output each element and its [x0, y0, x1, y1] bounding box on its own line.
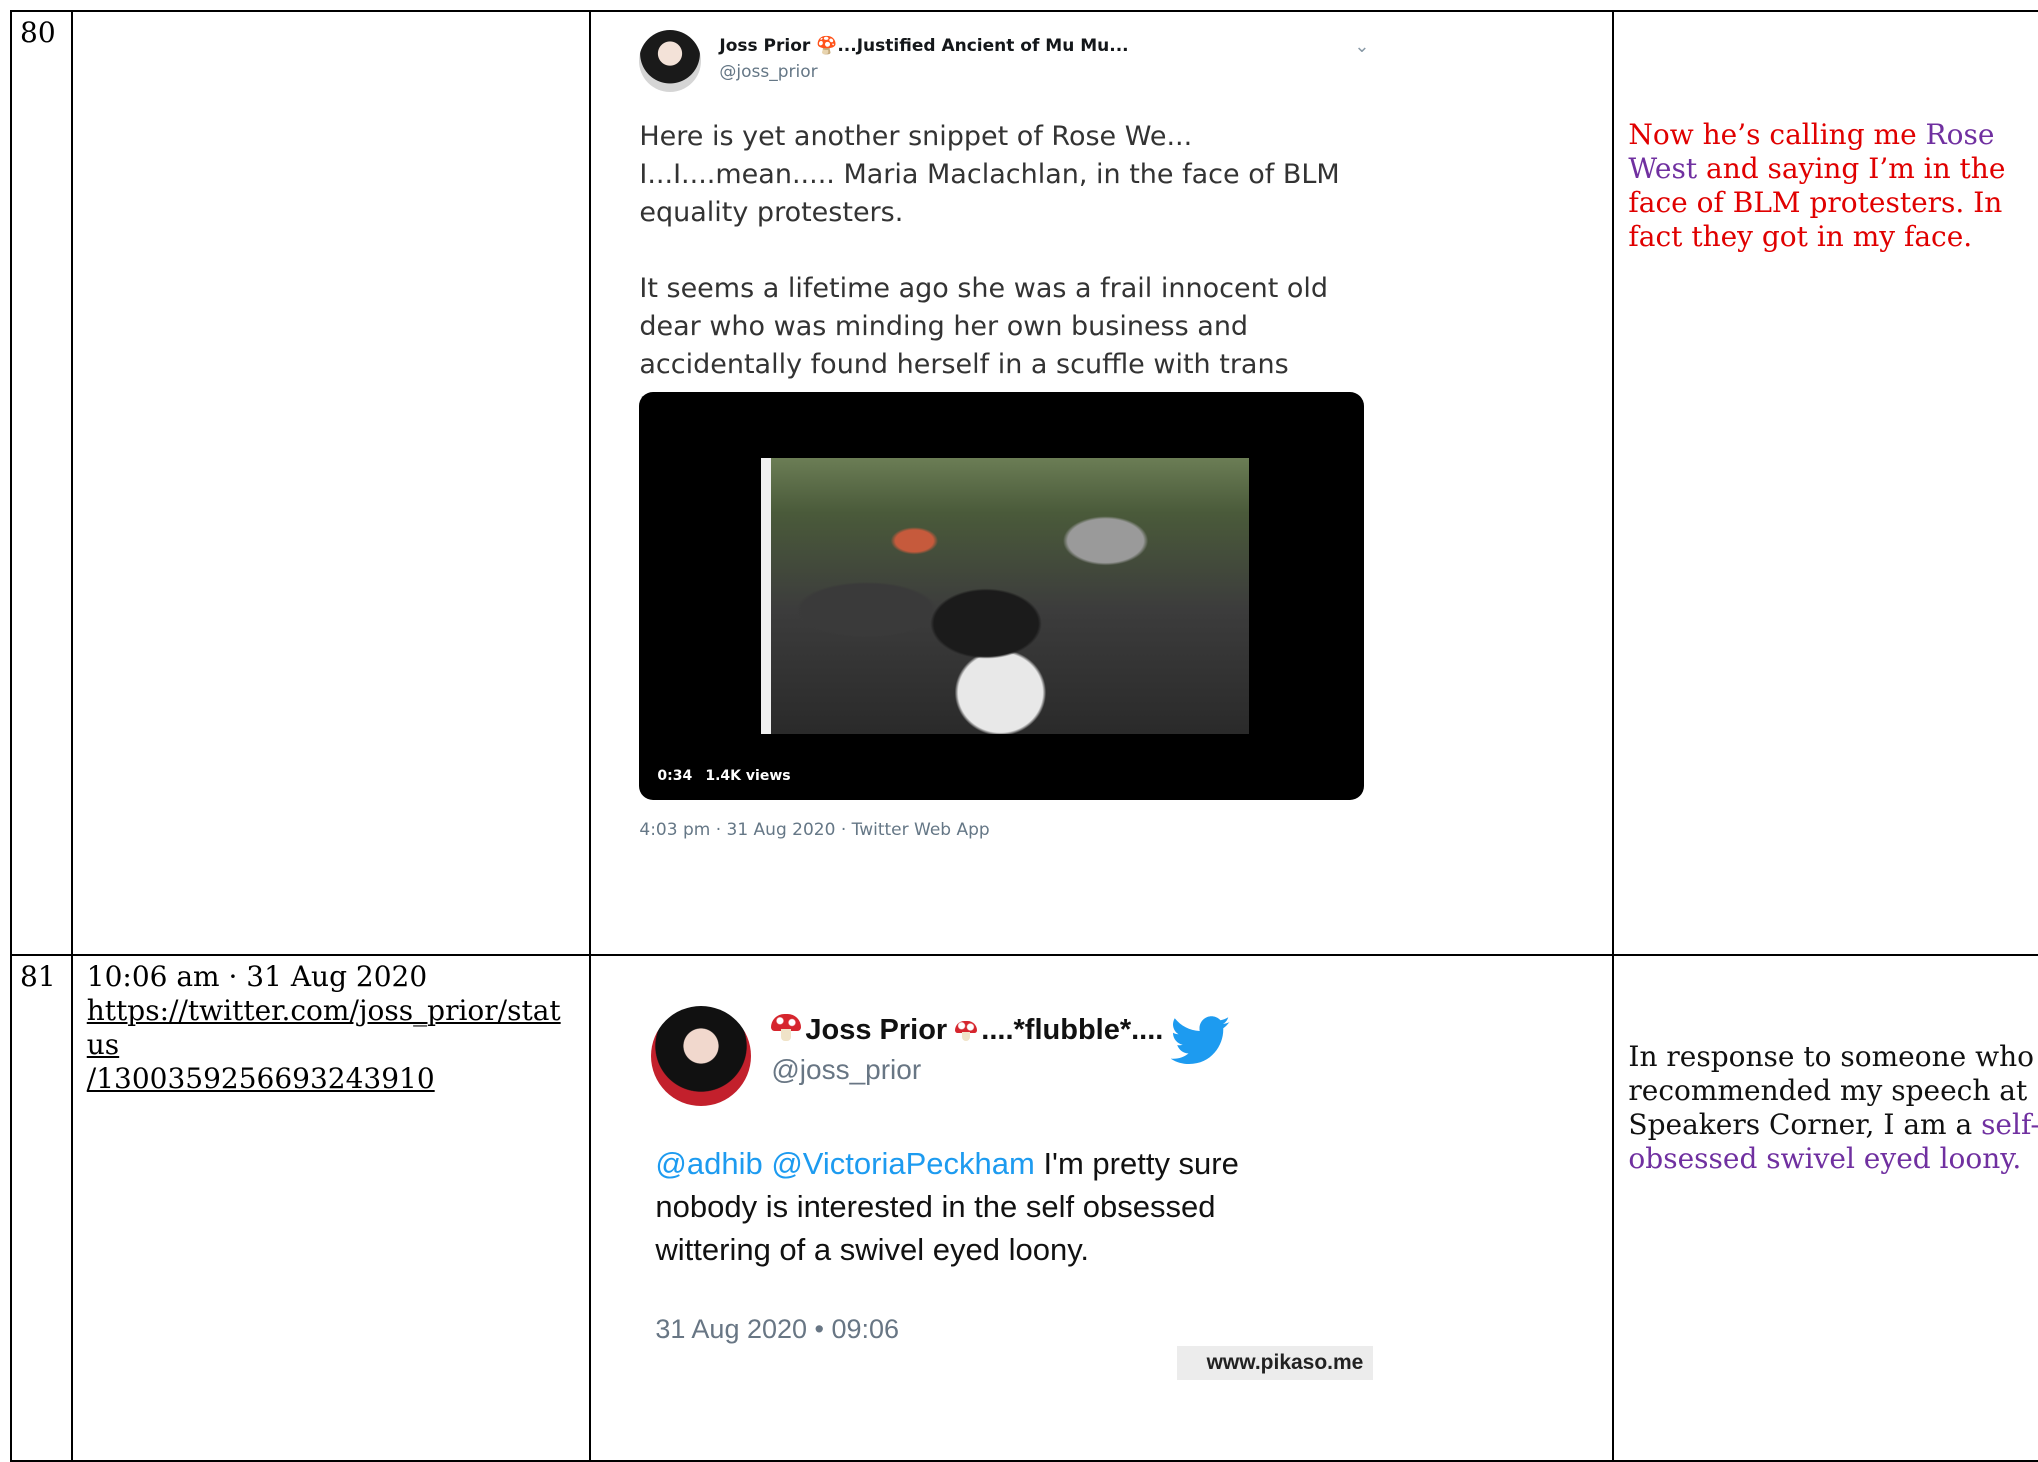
- row-number: 80: [10, 10, 73, 956]
- video-player[interactable]: 0:34 1.4K views: [639, 392, 1365, 800]
- table-row: 80 Joss Prior 🍄...Justified Ancient of M…: [10, 10, 2038, 956]
- tweet-screenshot: Joss Prior 🍄...Justified Ancient of Mu M…: [619, 12, 1390, 850]
- tweet-link[interactable]: https://twitter.com/joss_prior/status/13…: [87, 994, 561, 1095]
- video-duration: 0:34: [657, 768, 693, 784]
- tweet-name-text: Joss Prior: [805, 1014, 948, 1046]
- watermark: www.pikaso.me: [1177, 1346, 1374, 1380]
- video-frame: [761, 458, 1250, 734]
- tweet-cell: Joss Prior ....*flubble*.... @joss_prior…: [589, 954, 1615, 1462]
- tweet-mention[interactable]: @VictoriaPeckham: [771, 1146, 1035, 1181]
- tweet-date: 10:06 am · 31 Aug 2020: [86, 960, 428, 993]
- tweet-paragraph: Here is yet another snippet of Rose We..…: [639, 121, 1340, 228]
- tweet-display-name: Joss Prior 🍄...Justified Ancient of Mu M…: [719, 36, 1129, 56]
- tweet-handle: @joss_prior: [771, 1054, 922, 1085]
- video-views: 1.4K views: [705, 768, 791, 784]
- tweet-mention[interactable]: @adhib: [655, 1146, 762, 1181]
- date-cell: 10:06 am · 31 Aug 2020 https://twitter.c…: [70, 954, 592, 1462]
- evidence-table: 80 Joss Prior 🍄...Justified Ancient of M…: [10, 10, 2038, 1462]
- tweet-screenshot: Joss Prior ....*flubble*.... @joss_prior…: [611, 956, 1402, 1380]
- tweet-cell: Joss Prior 🍄...Justified Ancient of Mu M…: [589, 10, 1615, 956]
- tweet-text: @adhib @VictoriaPeckham I'm pretty sure …: [655, 1142, 1295, 1271]
- comment-cell: In response to someone who recommended m…: [1612, 954, 2038, 1462]
- chevron-down-icon: ⌄: [1354, 36, 1370, 57]
- tweet-name-suffix: ....*flubble*....: [981, 1014, 1164, 1046]
- table-row: 81 10:06 am · 31 Aug 2020 https://twitte…: [10, 954, 2038, 1462]
- mushroom-icon: [771, 1014, 802, 1042]
- twitter-bird-icon: [1171, 1016, 1231, 1064]
- tweet-url-part: /1300359256693243910: [86, 1062, 435, 1095]
- avatar: [651, 1006, 752, 1106]
- avatar: [639, 30, 702, 92]
- date-cell: [70, 10, 592, 956]
- tweet-display-name: Joss Prior ....*flubble*....: [771, 1014, 1163, 1047]
- tweet-meta: 4:03 pm · 31 Aug 2020 · Twitter Web App: [639, 820, 990, 840]
- comment-text: In response to someone who recommended m…: [1628, 1040, 2034, 1141]
- comment-cell: Now he’s calling me Rose West and saying…: [1612, 10, 2038, 956]
- tweet-handle: @joss_prior: [719, 62, 818, 82]
- mushroom-icon: [955, 1021, 978, 1041]
- comment-text: Now he’s calling me: [1628, 118, 1926, 151]
- row-number: 81: [10, 954, 73, 1462]
- tweet-url-part: https://twitter.com/joss_prior/status: [86, 994, 561, 1061]
- tweet-time: 31 Aug 2020 • 09:06: [655, 1314, 900, 1344]
